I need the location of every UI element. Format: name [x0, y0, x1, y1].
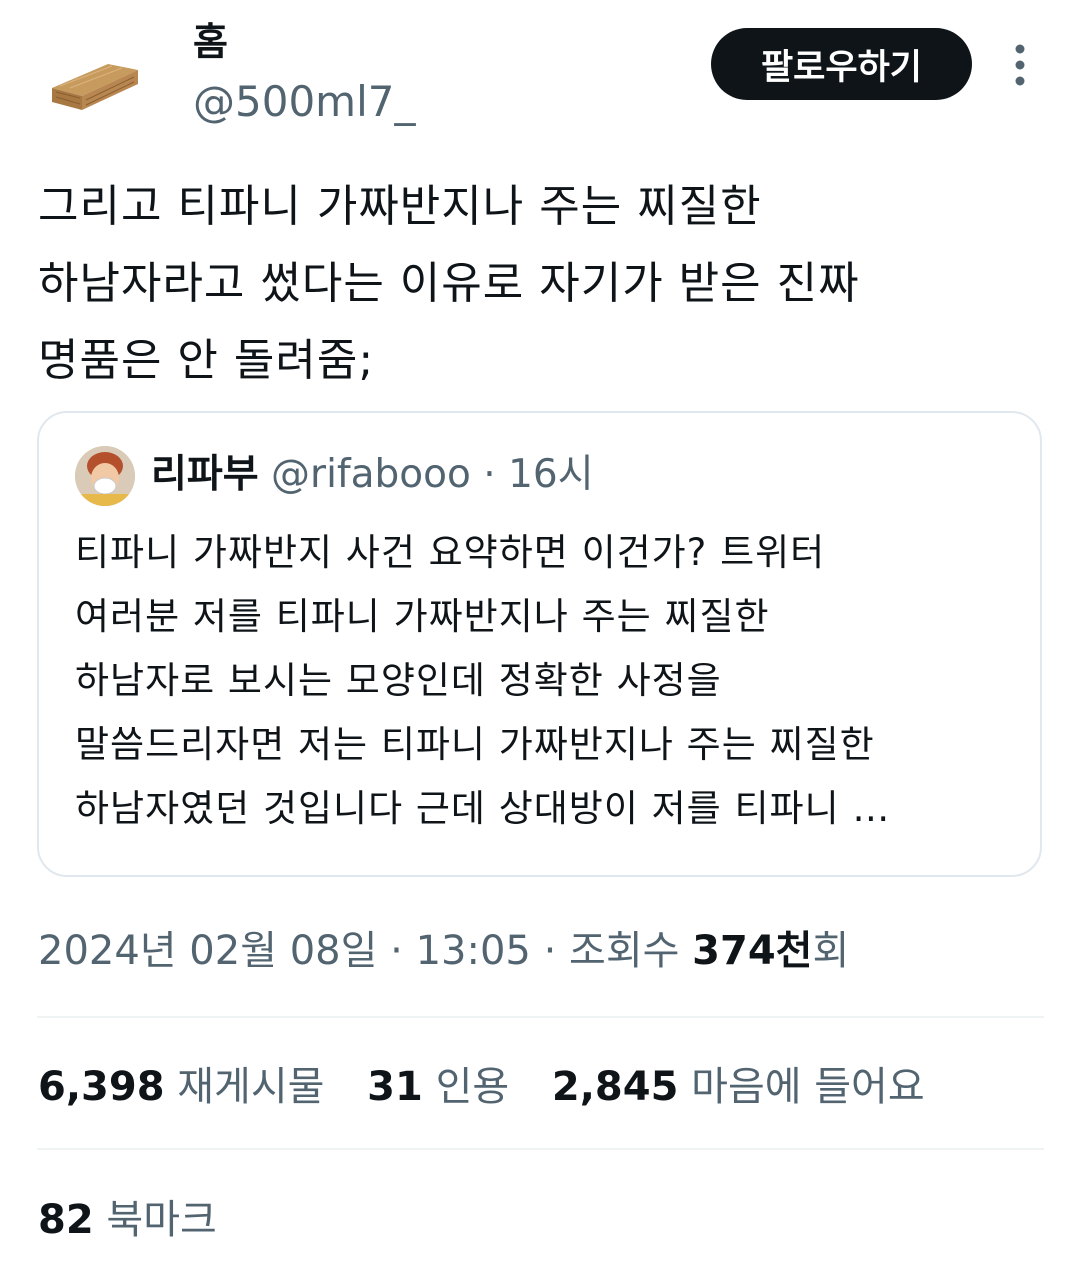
bookmarks-stat[interactable]: 82 북마크 [38, 1189, 217, 1251]
likes-count: 2,845 [551, 1064, 679, 1110]
divider [37, 1148, 1044, 1150]
more-vertical-icon [1015, 44, 1025, 86]
tweet-meta: 2024년 02월 08일 · 13:05 · 조회수 374천회 [38, 920, 849, 982]
retweets-count: 6,398 [38, 1064, 165, 1110]
quoted-tweet[interactable]: 리파부 @rifabooo · 16시 티파니 가짜반지 사건 요약하면 이건가… [37, 411, 1042, 877]
quotes-count: 31 [367, 1064, 423, 1110]
meta-separator: · [390, 928, 403, 974]
retweets-stat[interactable]: 6,398 재게시물 [38, 1056, 324, 1118]
likes-stat[interactable]: 2,845 마음에 들어요 [552, 1056, 925, 1118]
meta-separator: · [543, 928, 557, 974]
tweet-date[interactable]: 2024년 02월 08일 [38, 928, 377, 974]
views-count: 374천 [692, 928, 813, 974]
quoted-author-handle: @rifabooo [271, 452, 471, 497]
quoted-header: 리파부 @rifabooo · 16시 [151, 447, 594, 503]
divider [37, 1016, 1044, 1018]
bookmarks-count: 82 [38, 1197, 94, 1243]
quotes-stat[interactable]: 31 인용 [367, 1056, 509, 1118]
author-handle[interactable]: @500ml7_ [193, 74, 415, 130]
more-options-button[interactable] [1002, 40, 1038, 90]
quoted-author-avatar [75, 446, 135, 506]
wooden-coffin-icon [52, 64, 138, 110]
person-with-mask-icon [75, 446, 135, 506]
quoted-author-name: 리파부 [151, 452, 259, 497]
views-label: 조회수 [569, 928, 680, 974]
engagement-stats: 6,398 재게시물 31 인용 2,845 마음에 들어요 [38, 1056, 955, 1118]
likes-label: 마음에 들어요 [691, 1064, 925, 1110]
tweet-header: 홈 @500ml7_ 팔로우하기 [0, 0, 1080, 150]
quoted-time: 16시 [508, 452, 594, 497]
tweet-time[interactable]: 13:05 [416, 928, 531, 974]
quoted-separator: · [483, 452, 496, 497]
tweet-text: 그리고 티파니 가짜반지나 주는 찌질한 하남자라고 썼다는 이유로 자기가 받… [38, 181, 860, 386]
views-suffix: 회 [812, 928, 850, 974]
follow-button[interactable]: 팔로우하기 [711, 28, 972, 100]
author-display-name[interactable]: 홈 [193, 16, 228, 68]
bookmarks-label: 북마크 [106, 1197, 217, 1243]
author-avatar[interactable] [46, 30, 146, 130]
retweets-label: 재게시물 [177, 1064, 325, 1110]
quoted-text: 티파니 가짜반지 사건 요약하면 이건가? 트위터 여러분 저를 티파니 가짜반… [75, 531, 891, 830]
quotes-label: 인용 [435, 1064, 510, 1110]
